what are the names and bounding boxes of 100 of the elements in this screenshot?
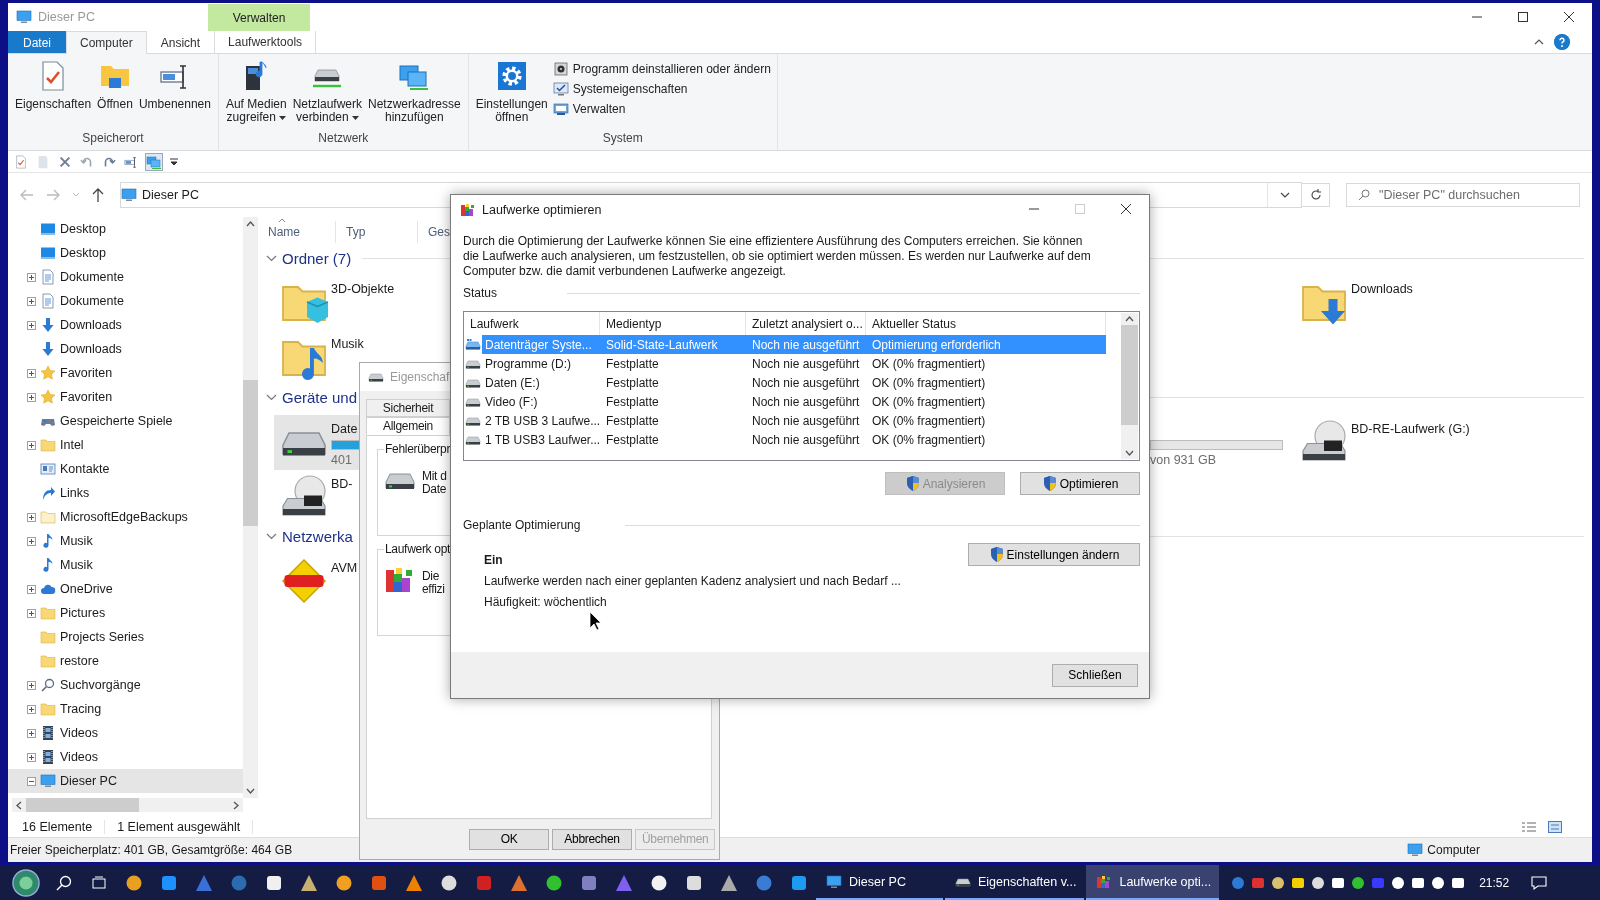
refresh-button[interactable]	[1302, 183, 1330, 207]
group-header[interactable]: Netzwerka	[282, 528, 353, 545]
content-tile[interactable]: Musik	[274, 330, 370, 384]
nav-item[interactable]: MicrosoftEdgeBackups	[8, 505, 243, 529]
ribbon-tab[interactable]: Ansicht	[146, 31, 215, 53]
ribbon-button[interactable]: Netzlaufwerk verbinden	[289, 57, 365, 127]
content-tile[interactable]: AVM	[274, 554, 364, 608]
drive-row[interactable]: Programme (D:) Festplatte Noch nie ausgeführt OK (0% fragmentiert)	[464, 354, 1107, 373]
nav-item[interactable]: Dokumente	[8, 265, 243, 289]
nav-item[interactable]: Desktop	[8, 241, 243, 265]
tray-icon[interactable]	[1311, 875, 1326, 890]
nav-item[interactable]: Suchvorgänge	[8, 673, 243, 697]
notification-icon[interactable]	[1531, 874, 1548, 891]
group-header[interactable]: Geräte und	[282, 389, 358, 406]
nav-item[interactable]: Desktop	[8, 217, 243, 241]
drive-row[interactable]: 1 TB USB3 Laufwer... Festplatte Noch nie ausgeführt OK (0% fragmentiert)	[464, 430, 1107, 449]
customize-caret-icon[interactable]	[169, 156, 179, 167]
tray-icon[interactable]	[1391, 875, 1406, 890]
collapse-ribbon-icon[interactable]	[1534, 39, 1544, 45]
expand-icon[interactable]	[27, 704, 36, 714]
tray-icon[interactable]	[1431, 875, 1446, 890]
column-header[interactable]: Typ	[336, 221, 418, 243]
nav-item[interactable]: Intel	[8, 433, 243, 457]
ribbon-button[interactable]: Öffnen	[94, 57, 136, 114]
nav-item[interactable]: Pictures	[8, 601, 243, 625]
tray-icon[interactable]	[1411, 875, 1426, 890]
collapse-chevron-icon[interactable]	[266, 255, 277, 262]
tray-icon[interactable]	[1291, 875, 1306, 890]
help-icon[interactable]	[1554, 34, 1570, 50]
drive-row[interactable]: 2 TB USB 3 Laufwe... Festplatte Noch nie ausgeführt OK (0% fragmentiert)	[464, 411, 1107, 430]
collapse-chevron-icon[interactable]	[266, 533, 277, 540]
nav-item[interactable]: OneDrive	[8, 577, 243, 601]
ribbon-button[interactable]: Auf Medien zugreifen	[222, 57, 290, 127]
ribbon-tab[interactable]: Datei	[8, 31, 66, 53]
nav-item[interactable]: Dieser PC	[8, 769, 243, 793]
nav-item[interactable]: Downloads	[8, 337, 243, 361]
ribbon-button[interactable]: Verwalten	[550, 101, 773, 117]
nav-item[interactable]: Tracing	[8, 697, 243, 721]
expand-icon[interactable]	[27, 680, 36, 690]
nav-item[interactable]: Kontakte	[8, 457, 243, 481]
taskbar-window-button[interactable]: Laufwerke opti...	[1086, 865, 1220, 900]
content-tile[interactable]: BD-	[274, 470, 359, 524]
ribbon-tab[interactable]: Laufwerktools	[214, 31, 317, 53]
dialog-button[interactable]: Abbrechen	[552, 828, 632, 850]
tray-icon[interactable]	[1271, 875, 1286, 890]
expand-icon[interactable]	[27, 368, 36, 378]
taskbar-window-button[interactable]: Dieser PC	[816, 865, 943, 900]
expand-icon[interactable]	[27, 512, 36, 522]
group-header[interactable]: Ordner (7)	[282, 250, 352, 267]
collapse-chevron-icon[interactable]	[266, 394, 277, 401]
expand-icon[interactable]	[27, 320, 36, 330]
taskbar-window-button[interactable]: Eigenschaften v...	[945, 865, 1085, 900]
tray-icon[interactable]	[1451, 875, 1466, 890]
close-icon[interactable]	[1121, 204, 1131, 214]
nav-item[interactable]: Favoriten	[8, 361, 243, 385]
drive-row[interactable]: Video (F:) Festplatte Noch nie ausgeführt OK (0% fragmentiert)	[464, 392, 1107, 411]
dialog-tab[interactable]: Sicherheit	[366, 399, 450, 417]
tray-icon[interactable]	[1331, 875, 1346, 890]
ribbon-tab[interactable]: Computer	[66, 31, 147, 54]
tray-icon[interactable]	[1351, 875, 1366, 890]
nav-item[interactable]: Projects Series	[8, 625, 243, 649]
nav-item[interactable]: Videos	[8, 745, 243, 769]
nav-item[interactable]: Dokumente	[8, 289, 243, 313]
nav-item[interactable]: Musik	[8, 553, 243, 577]
nav-item[interactable]: Gespeicherte Spiele	[8, 409, 243, 433]
refresh-icon[interactable]	[1309, 189, 1322, 201]
scrollbar[interactable]	[12, 798, 243, 812]
settings-button[interactable]: Einstellungen ändern	[968, 543, 1140, 566]
drive-row[interactable]: Daten (E:) Festplatte Noch nie ausgeführt OK (0% fragmentiert)	[464, 373, 1107, 392]
expand-icon[interactable]	[27, 392, 36, 402]
content-tile[interactable]: von 931 GB	[1144, 415, 1289, 470]
column-header[interactable]: Name	[258, 221, 336, 243]
nav-item[interactable]: Links	[8, 481, 243, 505]
expand-icon[interactable]	[27, 584, 36, 594]
expand-icon[interactable]	[27, 752, 36, 762]
close-icon[interactable]	[1564, 12, 1574, 22]
maximize-icon[interactable]	[1518, 12, 1528, 22]
ribbon-button[interactable]: Systemeigenschaften	[550, 81, 773, 97]
content-tile[interactable]: 3D-Objekte	[274, 275, 401, 329]
scrollbar[interactable]	[1121, 313, 1138, 459]
expand-icon[interactable]	[27, 296, 36, 306]
content-tile[interactable]: Downloads	[1294, 275, 1419, 329]
ribbon-button[interactable]: Eigenschaften	[12, 57, 95, 114]
close-dialog-button[interactable]: Schließen	[1052, 663, 1138, 687]
nav-item[interactable]: Downloads	[8, 313, 243, 337]
nav-item[interactable]: Musik	[8, 529, 243, 553]
dialog-button[interactable]: OK	[469, 828, 549, 850]
ribbon-button[interactable]: Umbenennen	[135, 57, 214, 114]
content-tile[interactable]: BD-RE-Laufwerk (G:)	[1294, 415, 1476, 469]
clock[interactable]: 21:52	[1479, 875, 1510, 890]
expand-icon[interactable]	[27, 440, 36, 450]
ribbon-button[interactable]: Programm deinstallieren oder ändern	[550, 61, 773, 77]
nav-item[interactable]: restore	[8, 649, 243, 673]
expand-icon[interactable]	[27, 608, 36, 618]
nav-item[interactable]: Favoriten	[8, 385, 243, 409]
properties-icon[interactable]	[13, 153, 29, 170]
action-button[interactable]: Optimieren	[1020, 472, 1140, 495]
ribbon-button[interactable]: Einstellungen öffnen	[472, 57, 551, 127]
ribbon-button[interactable]: Netzwerkadresse hinzufügen	[365, 57, 464, 127]
tiles-view-icon[interactable]	[1548, 821, 1562, 833]
